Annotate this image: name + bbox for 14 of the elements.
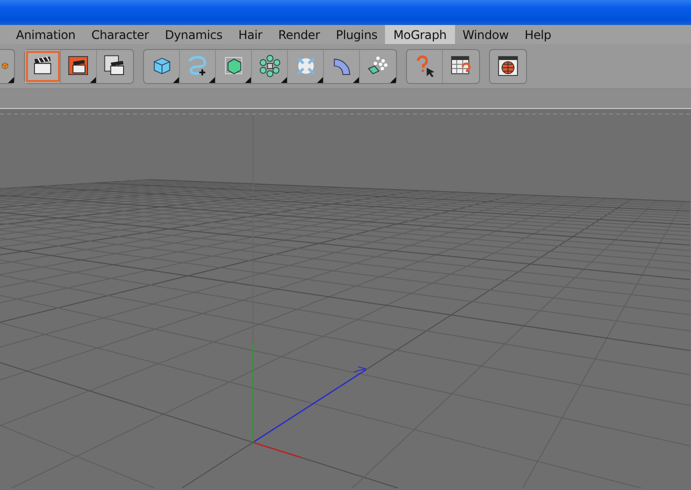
clapboard-icon [66,54,90,78]
menu-item[interactable]: Character [83,25,157,44]
menu-item[interactable]: Hair [230,25,270,44]
cloner-icon [258,54,282,78]
menu-item[interactable]: Help [516,25,560,44]
clapboard-stack-icon [103,54,127,78]
menu-item[interactable]: Window [454,25,517,44]
globe-icon [496,54,520,78]
menu-item[interactable]: Plugins [328,25,386,44]
menu-item[interactable]: Render [270,25,328,44]
menu-item[interactable]: Animation [8,25,84,44]
menu-item[interactable]: MoGraph [385,25,455,44]
menu-item[interactable]: Dynamics [156,25,230,44]
tool-button[interactable] [25,50,61,82]
